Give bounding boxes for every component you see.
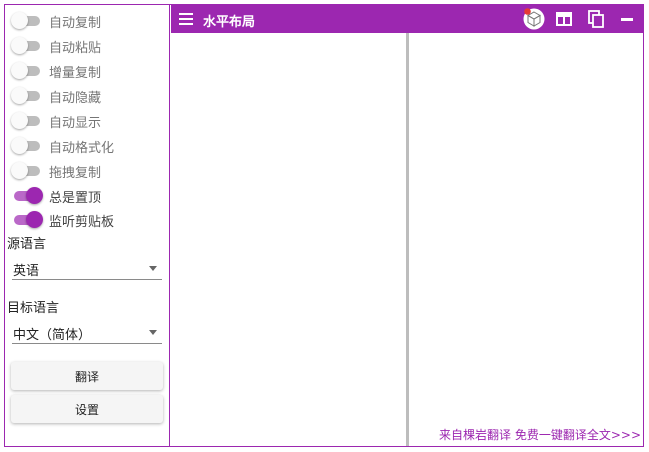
source-language-value: 英语 [13, 264, 40, 279]
result-text-area[interactable]: 来自棵岩翻译 免费一键翻译全文>>> [409, 33, 643, 446]
toggle-auto-paste[interactable]: 自动粘贴 [11, 36, 101, 56]
minimize-icon[interactable] [618, 10, 636, 28]
toggle-incremental-copy[interactable]: 增量复制 [11, 61, 101, 81]
toggle-drag-copy[interactable]: 拖拽复制 [11, 161, 101, 181]
toggle-watch-clipboard[interactable]: 监听剪贴板 [11, 210, 114, 230]
menu-icon[interactable] [179, 13, 193, 25]
cube-icon[interactable] [523, 8, 545, 30]
toggle-label: 自动复制 [49, 15, 102, 31]
source-language-label: 源语言 [7, 237, 47, 252]
switch[interactable] [11, 161, 41, 181]
target-language-label: 目标语言 [7, 301, 60, 316]
app-bar-title: 水平布局 [203, 15, 256, 30]
toggle-label: 增量复制 [49, 65, 102, 81]
translate-button[interactable]: 翻译 [11, 362, 163, 390]
settings-panel: 自动复制 自动粘贴 增量复制 自动隐藏 自动显示 自动格式化 拖拽复制 总是置顶… [5, 5, 170, 446]
source-text-area[interactable] [171, 33, 406, 446]
caret-down-icon [149, 266, 157, 271]
toggle-label: 总是置顶 [49, 190, 102, 206]
copy-icon[interactable] [587, 10, 605, 28]
switch[interactable] [11, 36, 41, 56]
toggle-label: 自动格式化 [49, 140, 115, 156]
caret-down-icon [149, 330, 157, 335]
toggle-always-on-top[interactable]: 总是置顶 [11, 186, 101, 206]
toggle-auto-copy[interactable]: 自动复制 [11, 11, 101, 31]
switch[interactable] [11, 86, 41, 106]
app-window: 自动复制 自动粘贴 增量复制 自动隐藏 自动显示 自动格式化 拖拽复制 总是置顶… [4, 4, 644, 447]
toggle-auto-hide[interactable]: 自动隐藏 [11, 86, 101, 106]
layout-icon[interactable] [555, 10, 573, 28]
switch[interactable] [11, 210, 43, 230]
switch[interactable] [11, 111, 41, 131]
target-language-select[interactable]: 中文（简体） [12, 322, 162, 344]
settings-button[interactable]: 设置 [11, 395, 163, 423]
toggle-auto-format[interactable]: 自动格式化 [11, 136, 114, 156]
toggle-label: 自动粘贴 [49, 40, 102, 56]
toggle-label: 自动显示 [49, 115, 102, 131]
promo-link[interactable]: 来自棵岩翻译 免费一键翻译全文>>> [439, 426, 641, 443]
toggle-label: 监听剪贴板 [49, 214, 115, 230]
target-language-value: 中文（简体） [13, 328, 92, 343]
switch[interactable] [11, 136, 41, 156]
switch[interactable] [11, 186, 43, 206]
switch[interactable] [11, 61, 41, 81]
switch[interactable] [11, 11, 41, 31]
source-language-select[interactable]: 英语 [12, 258, 162, 280]
app-bar: 水平布局 [171, 5, 643, 33]
toggle-label: 自动隐藏 [49, 90, 102, 106]
toggle-auto-show[interactable]: 自动显示 [11, 111, 101, 131]
toggle-label: 拖拽复制 [49, 165, 102, 181]
